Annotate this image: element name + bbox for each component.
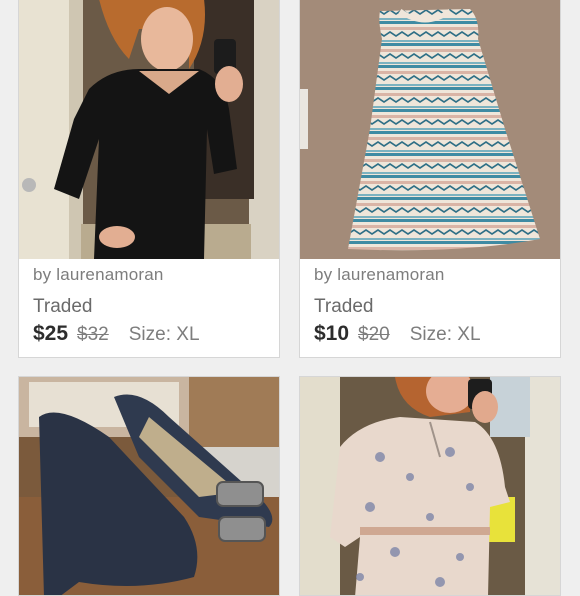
listing-photo-4[interactable] <box>300 377 560 595</box>
price-row: $25 $32 Size: XL <box>33 322 269 346</box>
size-label: Size: XL <box>409 324 481 345</box>
listing-photo-3[interactable] <box>19 377 279 595</box>
listing-photo-2[interactable] <box>300 0 560 259</box>
size-label: Size: XL <box>128 324 200 345</box>
price: $25 <box>33 322 69 345</box>
status-label: Traded <box>314 296 374 317</box>
listing-card-3[interactable] <box>18 376 280 596</box>
listing-card-1[interactable]: by laurenamoran Traded $25 $32 Size: XL <box>18 0 280 358</box>
seller-name[interactable]: by laurenamoran <box>33 265 269 285</box>
price: $10 <box>314 322 350 345</box>
original-price: $20 <box>358 324 390 345</box>
listing-card-2[interactable]: by laurenamoran Traded $10 $20 Size: XL <box>299 0 561 358</box>
status-label: Traded <box>33 296 93 317</box>
listing-photo-1[interactable] <box>19 0 279 259</box>
price-row: $10 $20 Size: XL <box>314 322 550 346</box>
seller-name[interactable]: by laurenamoran <box>314 265 550 285</box>
listing-card-4[interactable] <box>299 376 561 596</box>
original-price: $32 <box>77 324 109 345</box>
